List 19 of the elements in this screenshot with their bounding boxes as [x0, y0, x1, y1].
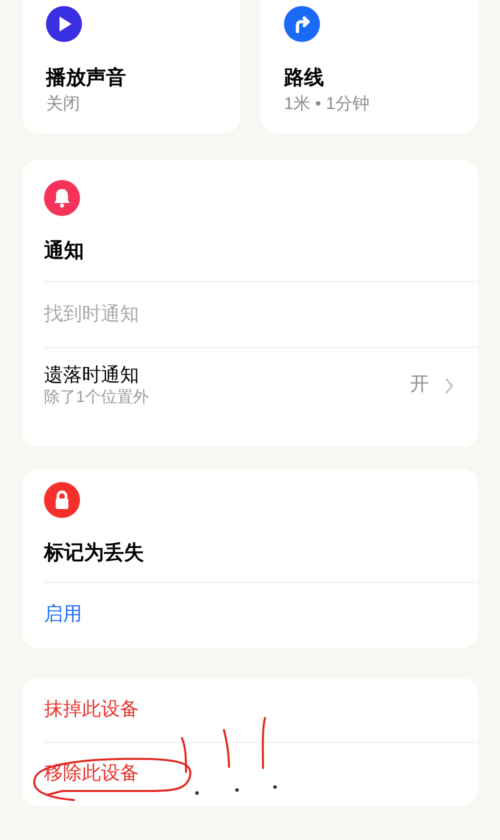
action-card[interactable]: 路线 1米 • 1分钟 [260, 0, 478, 133]
play-icon [46, 6, 82, 42]
settings-row[interactable]: 遗落时通知 除了1个位置外 开 [44, 347, 478, 447]
row-subtitle: 除了1个位置外 [44, 388, 150, 408]
action-card[interactable]: 播放声音 关闭 [22, 0, 240, 133]
bell-icon [44, 180, 80, 216]
enable-link[interactable]: 启用 [44, 601, 82, 630]
card-subtitle: 1米 • 1分钟 [284, 93, 370, 115]
section-title: 标记为丢失 [44, 542, 144, 564]
row-label: 遗落时通知 [44, 364, 140, 388]
card-title: 路线 [284, 66, 325, 91]
card-title: 播放声音 [46, 66, 127, 91]
destructive-action[interactable]: 抹掉此设备 [44, 696, 139, 724]
chevron-icon [445, 378, 454, 394]
row-label: 找到时通知 [44, 302, 140, 326]
row-value: 开 [410, 373, 429, 398]
lock-icon [44, 482, 80, 518]
card-subtitle: 关闭 [46, 93, 81, 115]
section-title: 通知 [44, 240, 84, 262]
